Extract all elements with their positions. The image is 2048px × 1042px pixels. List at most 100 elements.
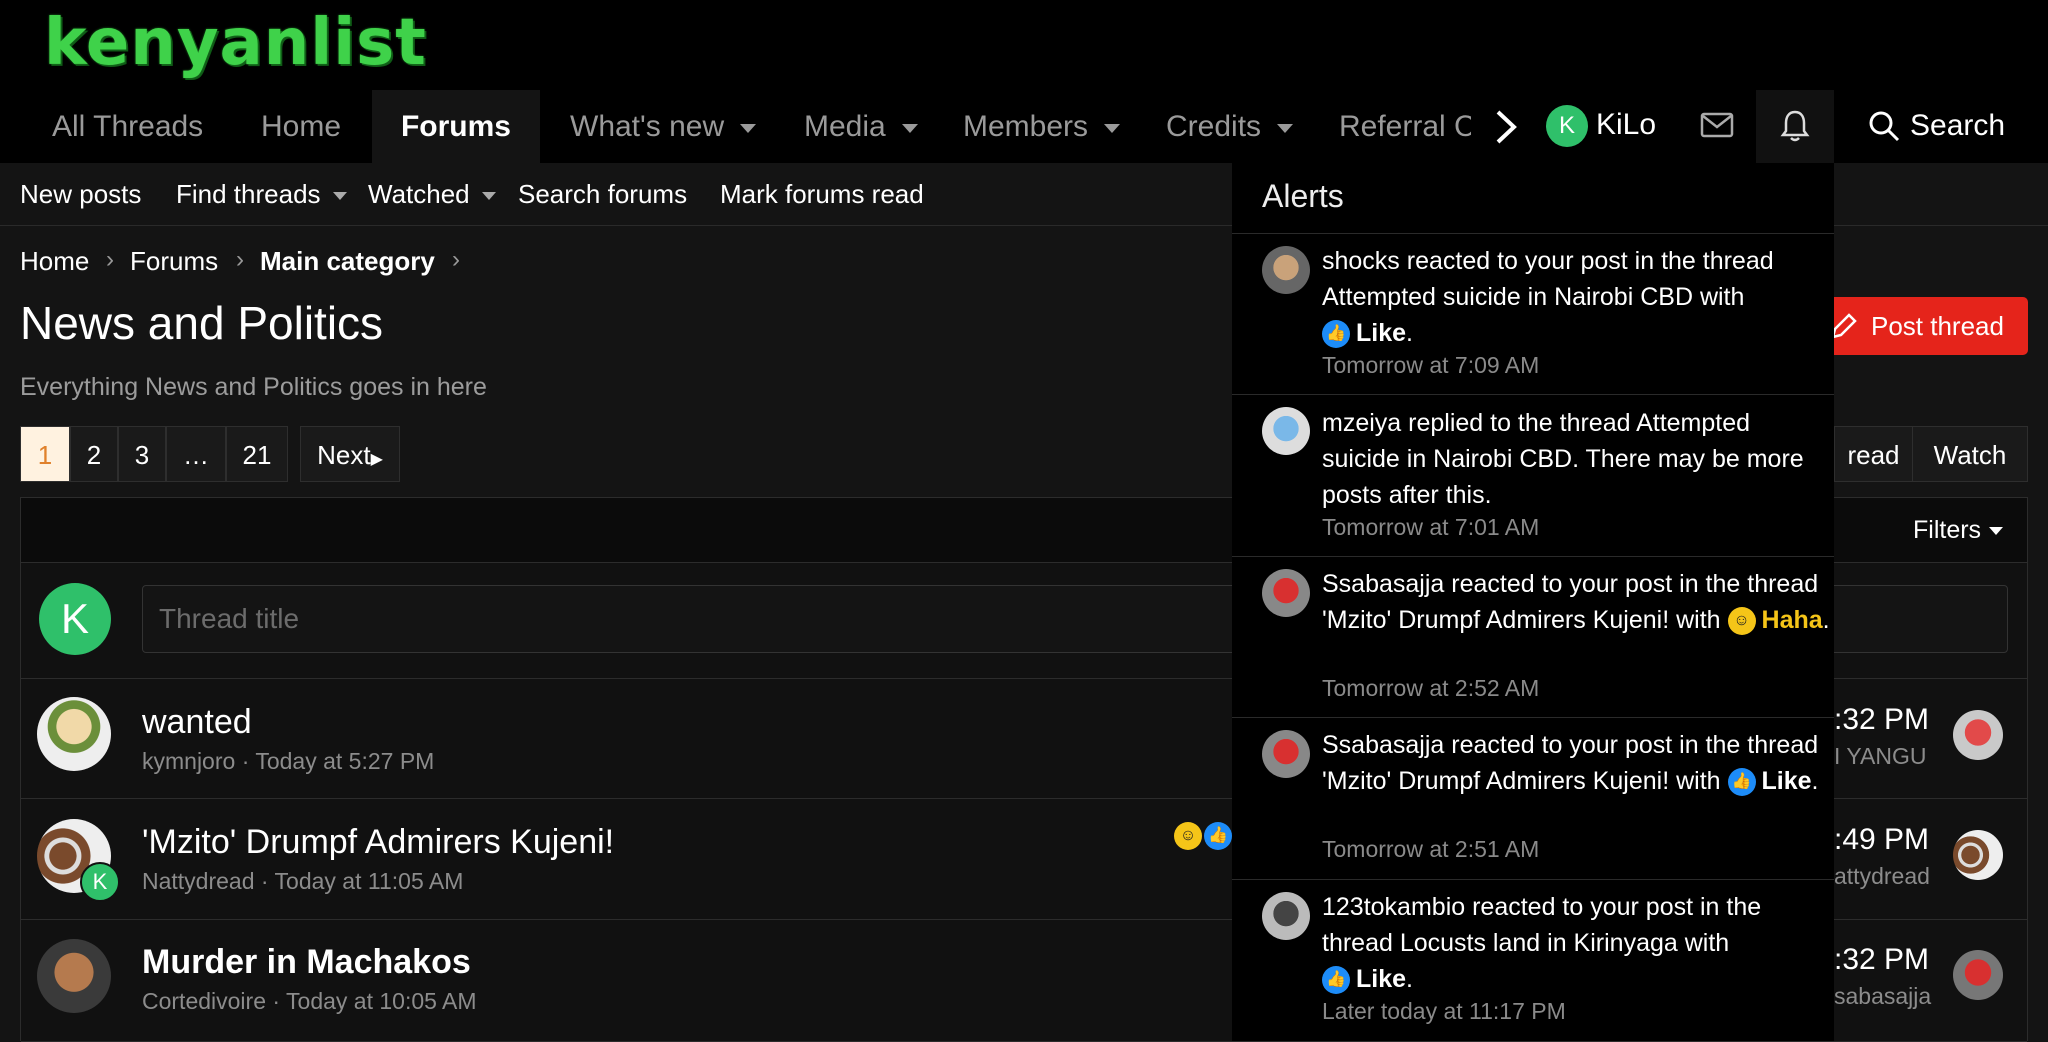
next-page-button[interactable]: Next▶: [300, 426, 400, 482]
nav-tab-whats-new[interactable]: What's new: [570, 90, 757, 163]
last-post-time[interactable]: :32 PM: [1834, 703, 1929, 737]
last-poster-avatar[interactable]: [1953, 830, 2003, 880]
author-avatar[interactable]: [37, 697, 111, 771]
chevron-right-icon: ›: [106, 246, 114, 273]
like-icon: 👍: [1322, 320, 1350, 349]
subnav-mark-forums-read[interactable]: Mark forums read: [720, 163, 924, 225]
page-ellipsis-button[interactable]: …: [166, 426, 226, 482]
chevron-down-icon: [1277, 123, 1294, 133]
thread-meta: Cortedivoire · Today at 10:05 AM: [142, 988, 477, 1014]
page-button-current[interactable]: 1: [20, 426, 70, 482]
envelope-icon[interactable]: [1700, 111, 1734, 139]
subnav-new-posts[interactable]: New posts: [20, 163, 141, 225]
alerts-toggle[interactable]: [1756, 90, 1834, 163]
last-post-time[interactable]: :32 PM: [1834, 943, 1929, 977]
alert-text: Ssabasajja reacted to your post in the t…: [1322, 731, 1819, 797]
subnav-search-forums[interactable]: Search forums: [518, 163, 687, 225]
thread-title[interactable]: wanted: [142, 703, 252, 742]
subnav-watched[interactable]: Watched: [368, 163, 496, 225]
alert-avatar[interactable]: [1262, 892, 1310, 940]
alert-avatar[interactable]: [1262, 730, 1310, 778]
thread-date: Today at 5:27 PM: [255, 748, 435, 774]
caret-right-icon: ▶: [370, 451, 383, 468]
alert-avatar[interactable]: [1262, 246, 1310, 294]
last-post-user[interactable]: I YANGU: [1834, 743, 1926, 770]
user-avatar[interactable]: K: [39, 583, 111, 655]
alert-time: Tomorrow at 7:01 AM: [1322, 514, 1540, 540]
chevron-down-icon: [1989, 527, 2004, 536]
last-post-user[interactable]: sabasajja: [1834, 983, 1931, 1010]
author-avatar[interactable]: [37, 939, 111, 1013]
breadcrumb-forums[interactable]: Forums: [130, 246, 218, 277]
nav-tab-credits[interactable]: Credits: [1166, 90, 1294, 163]
last-poster-avatar[interactable]: [1953, 950, 2003, 1000]
thread-meta: Nattydread · Today at 11:05 AM: [142, 868, 464, 894]
filters-button[interactable]: Filters: [1913, 516, 2004, 545]
last-post-time[interactable]: :49 PM: [1834, 823, 1929, 857]
page-button[interactable]: 21: [226, 426, 288, 482]
alert-text: Ssabasajja reacted to your post in the t…: [1322, 570, 1830, 636]
alert-reaction: Like: [1761, 767, 1812, 795]
post-thread-label: Post thread: [1871, 311, 2004, 341]
site-logo[interactable]: kenyanlist: [44, 6, 427, 80]
like-icon: 👍: [1727, 768, 1756, 797]
alert-message: 123tokambio reacted to your post in the …: [1322, 893, 1762, 957]
search-label: Search: [1910, 109, 2006, 143]
haha-icon: ☺: [1727, 607, 1756, 636]
breadcrumb-main-category[interactable]: Main category: [260, 246, 435, 277]
thread-author[interactable]: Nattydread: [142, 868, 255, 894]
thread-author[interactable]: kymnjoro: [142, 748, 235, 774]
chevron-right-icon: ›: [236, 246, 244, 273]
like-icon: 👍: [1322, 966, 1350, 995]
nav-tab-forums[interactable]: Forums: [372, 90, 540, 163]
nav-tab-label: Credits: [1166, 110, 1262, 143]
thread-author[interactable]: Cortedivoire: [142, 988, 266, 1014]
alert-avatar[interactable]: [1262, 407, 1310, 455]
nav-tab-label: What's new: [570, 110, 725, 143]
nav-tab-home[interactable]: Home: [261, 90, 341, 163]
alert-time: Tomorrow at 7:09 AM: [1322, 352, 1540, 378]
subnav-label: Find threads: [176, 179, 321, 209]
nav-tab-label: Members: [963, 110, 1089, 143]
page-button[interactable]: 2: [70, 426, 118, 482]
thread-date: Today at 11:05 AM: [274, 868, 464, 894]
nav-tab-referral[interactable]: Referral C: [1339, 90, 1471, 163]
last-post-user[interactable]: attydread: [1834, 863, 1930, 890]
subnav-find-threads[interactable]: Find threads: [176, 163, 347, 225]
watch-button[interactable]: Watch: [1912, 426, 2028, 482]
alert-avatar[interactable]: [1262, 569, 1310, 617]
nav-tab-members[interactable]: Members: [963, 90, 1121, 163]
post-thread-button[interactable]: Post thread: [1823, 297, 2028, 355]
page-button[interactable]: 3: [118, 426, 166, 482]
breadcrumb-home[interactable]: Home: [20, 246, 89, 277]
user-badge: K: [80, 862, 120, 902]
nav-tab-media[interactable]: Media: [804, 90, 918, 163]
alert-message: mzeiya replied to the thread Attempted s…: [1322, 409, 1804, 509]
subnav-label: Watched: [368, 179, 470, 209]
thread-title[interactable]: 'Mzito' Drumpf Admirers Kujeni!: [142, 823, 614, 862]
chevron-down-icon: [740, 123, 757, 133]
search-button[interactable]: Search: [1868, 108, 2005, 143]
chevron-down-icon: [901, 123, 918, 133]
thread-date: Today at 10:05 AM: [286, 988, 477, 1014]
alert-time: Tomorrow at 2:51 AM: [1322, 836, 1540, 862]
thread-title[interactable]: Murder in Machakos: [142, 943, 471, 982]
search-icon: [1869, 111, 1900, 142]
alert-text: shocks reacted to your post in the threa…: [1322, 247, 1774, 349]
user-avatar[interactable]: K: [1546, 105, 1588, 147]
page-title: News and Politics: [20, 297, 384, 349]
nav-tab-all-threads[interactable]: All Threads: [52, 90, 203, 163]
chevron-down-icon: [1104, 123, 1121, 133]
alert-time: Tomorrow at 2:52 AM: [1322, 675, 1540, 701]
chevron-right-icon: ›: [452, 246, 460, 273]
haha-reaction-icon: ☺: [1174, 822, 1202, 850]
next-label: Next: [317, 440, 371, 470]
alert-text: 123tokambio reacted to your post in the …: [1322, 893, 1762, 995]
username-link[interactable]: KiLo: [1596, 108, 1656, 142]
last-poster-avatar[interactable]: [1953, 710, 2003, 760]
chevron-right-icon[interactable]: [1490, 108, 1520, 146]
mark-read-button[interactable]: read: [1834, 426, 1912, 482]
thread-meta: kymnjoro · Today at 5:27 PM: [142, 748, 435, 774]
alert-reaction: Like: [1356, 319, 1407, 347]
nav-tab-label: Media: [804, 110, 886, 143]
